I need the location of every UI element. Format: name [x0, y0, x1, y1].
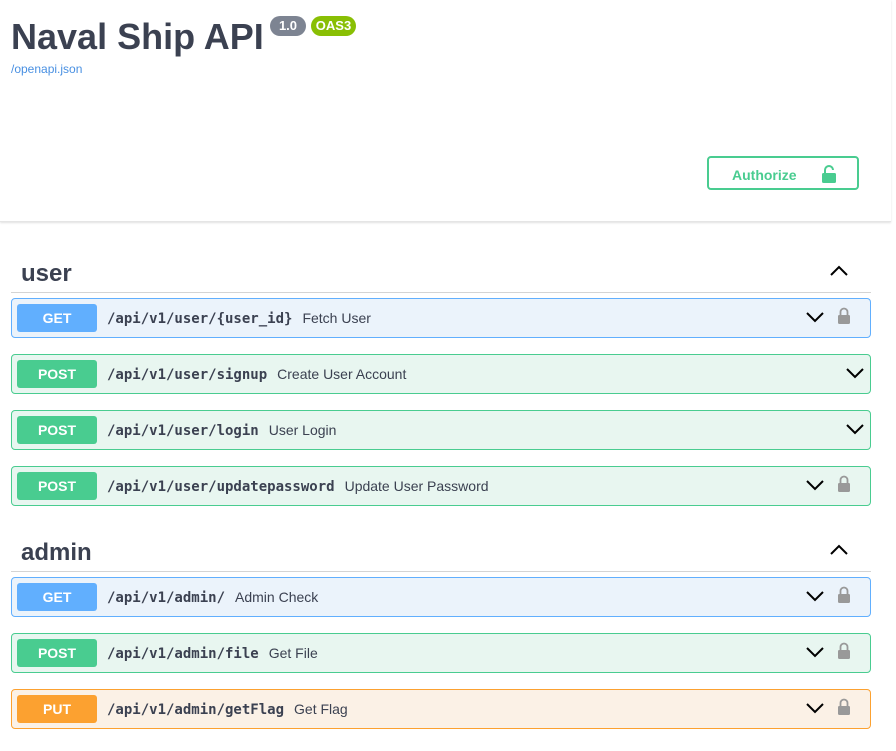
method-badge: GET [17, 583, 97, 611]
operation-post-updatepassword[interactable]: POST /api/v1/user/updatepassword Update U… [11, 466, 871, 506]
operation-summary: Update User Password [344, 478, 489, 494]
tag-header-user[interactable]: user [11, 254, 871, 293]
operation-summary: Admin Check [235, 589, 319, 605]
tag-name: user [21, 260, 72, 287]
method-badge: POST [17, 639, 97, 667]
operation-get-admin[interactable]: GET /api/v1/admin/Admin Check [11, 577, 871, 617]
method-badge: POST [17, 416, 97, 444]
operation-post-admin-file[interactable]: POST /api/v1/admin/file Get File [11, 633, 871, 673]
chevron-down-icon[interactable] [805, 701, 825, 720]
lock-icon[interactable] [837, 586, 851, 609]
chevron-up-icon[interactable] [829, 543, 849, 561]
method-badge: POST [17, 360, 97, 388]
operation-post-signup[interactable]: POST /api/v1/user/signup Create User Acco… [11, 354, 871, 394]
authorize-label: Authorize [732, 167, 797, 183]
version-badge: 1.0 [270, 16, 306, 36]
oas-badge: OAS3 [311, 16, 356, 36]
method-badge: PUT [17, 695, 97, 723]
operation-path: /api/v1/admin/Admin Check [107, 589, 319, 606]
operation-summary: Get Flag [294, 701, 348, 717]
chevron-down-icon[interactable] [845, 366, 865, 385]
chevron-up-icon[interactable] [829, 264, 849, 282]
chevron-down-icon[interactable] [805, 589, 825, 608]
operation-path: /api/v1/user/updatepassword Update User P… [107, 478, 489, 495]
operation-path: /api/v1/user/signup Create User Account [107, 366, 407, 383]
operation-put-getflag[interactable]: PUT /api/v1/admin/getFlag Get Flag [11, 689, 871, 729]
lock-icon[interactable] [837, 475, 851, 498]
operation-get-user[interactable]: GET /api/v1/user/{user_id} Fetch User [11, 298, 871, 338]
lock-icon[interactable] [837, 307, 851, 330]
authorize-button[interactable]: Authorize [707, 156, 859, 190]
chevron-down-icon[interactable] [805, 645, 825, 664]
operation-summary: User Login [268, 422, 337, 438]
api-title: Naval Ship API [11, 16, 264, 57]
chevron-down-icon[interactable] [805, 478, 825, 497]
lock-icon[interactable] [837, 698, 851, 721]
operation-path: /api/v1/user/{user_id} Fetch User [107, 310, 371, 327]
unlocked-icon [821, 164, 837, 187]
method-badge: GET [17, 304, 97, 332]
tag-name: admin [21, 539, 92, 566]
chevron-down-icon[interactable] [845, 422, 865, 441]
lock-icon[interactable] [837, 642, 851, 665]
operation-path: /api/v1/admin/file Get File [107, 645, 318, 662]
operation-summary: Fetch User [302, 310, 371, 326]
info-section: Naval Ship API 1.0 OAS3 /openapi.json Au… [0, 0, 891, 222]
method-badge: POST [17, 472, 97, 500]
chevron-down-icon[interactable] [805, 310, 825, 329]
operation-path: /api/v1/user/login User Login [107, 422, 337, 439]
operation-path: /api/v1/admin/getFlag Get Flag [107, 701, 348, 718]
operation-post-login[interactable]: POST /api/v1/user/login User Login [11, 410, 871, 450]
openapi-json-link[interactable]: /openapi.json [11, 62, 82, 76]
tag-header-admin[interactable]: admin [11, 533, 871, 572]
operation-summary: Create User Account [277, 366, 407, 382]
operation-summary: Get File [268, 645, 318, 661]
